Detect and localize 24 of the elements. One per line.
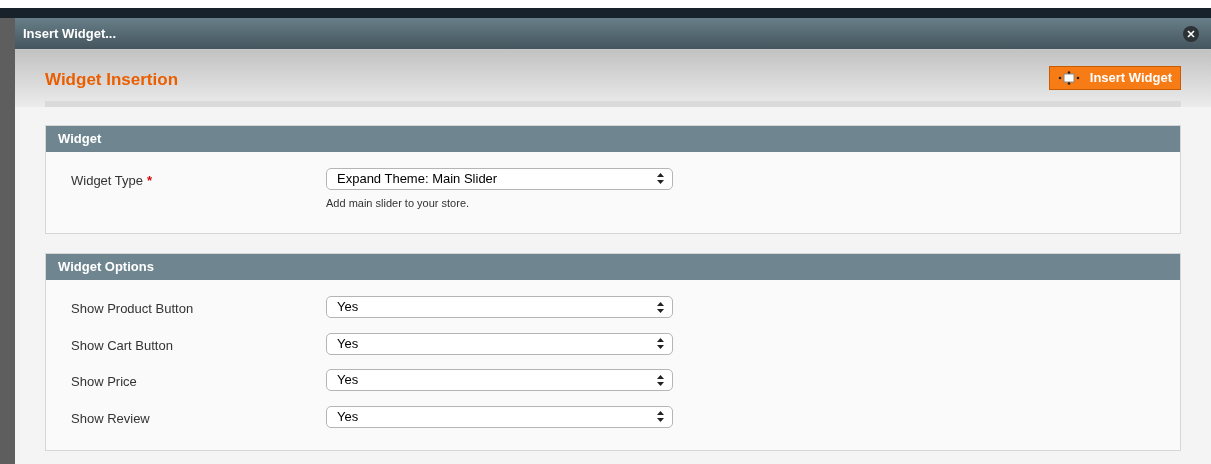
stepper-arrows-icon	[657, 301, 664, 313]
field-label: Widget Type	[71, 171, 144, 190]
stepper-arrows-icon	[657, 338, 664, 349]
field-label: Show Cart Button	[71, 336, 173, 355]
select-field[interactable]: Yes	[326, 332, 673, 355]
section-header: Widget	[46, 125, 1180, 152]
required-mark: *	[147, 171, 153, 190]
field-label: Show Price	[71, 373, 137, 391]
close-icon	[1187, 29, 1195, 38]
stepper-arrows-icon	[657, 411, 664, 422]
select-field[interactable]: Expand Theme: Main Slider	[326, 167, 673, 190]
field-label: Show Product Button	[71, 300, 194, 318]
field-label: Show Review	[71, 409, 150, 428]
select-field[interactable]: Yes	[326, 369, 673, 391]
section-header: Widget Options	[46, 254, 1180, 280]
select-field[interactable]: Yes	[326, 405, 673, 428]
close-button[interactable]	[1183, 25, 1199, 42]
page-heading: Widget Insertion	[45, 69, 178, 91]
select-field[interactable]: Yes	[326, 296, 673, 318]
field-note: Add main slider to your store.	[326, 195, 471, 211]
stepper-arrows-icon	[657, 374, 664, 386]
window-title: Insert Widget...	[23, 24, 117, 43]
stepper-arrows-icon	[657, 173, 664, 184]
widget-icon	[1057, 70, 1080, 85]
